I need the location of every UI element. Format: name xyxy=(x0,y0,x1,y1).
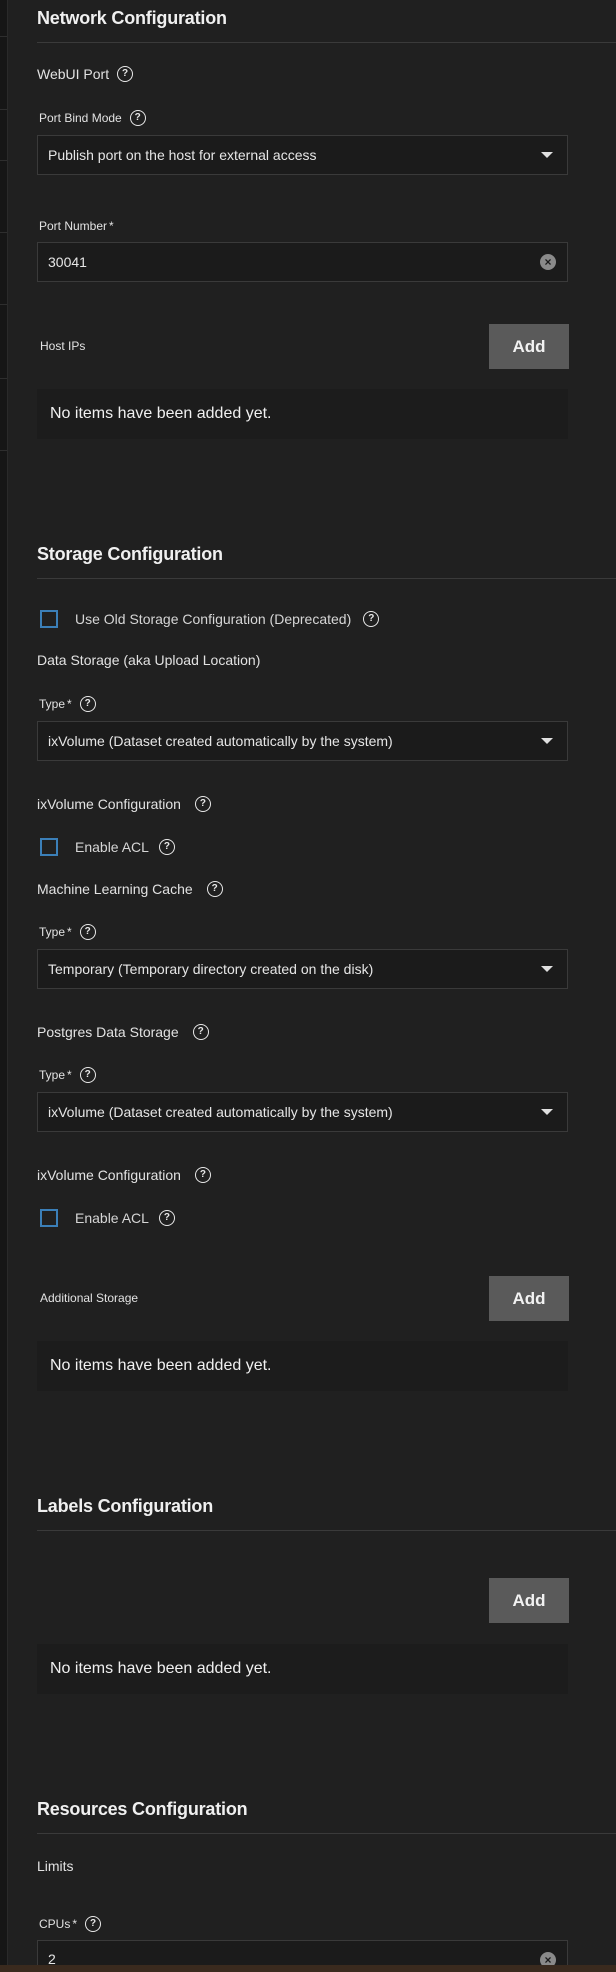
data-storage-label: Data Storage (aka Upload Location) xyxy=(37,652,261,668)
ml-type-text: Type xyxy=(39,925,66,939)
required-marker: * xyxy=(72,1917,78,1931)
chevron-down-icon xyxy=(541,966,553,972)
help-icon[interactable]: ? xyxy=(206,881,223,897)
network-section-title: Network Configuration xyxy=(37,8,227,28)
resources-section-title: Resources Configuration xyxy=(37,1799,248,1819)
webui-port-label: WebUI Port ? xyxy=(37,66,134,82)
help-icon[interactable]: ? xyxy=(192,1024,209,1040)
data-enable-acl-label: Enable ACL xyxy=(75,839,149,855)
add-host-ip-button[interactable]: Add xyxy=(489,324,569,369)
labels-divider xyxy=(37,1530,616,1531)
labels-section-title: Labels Configuration xyxy=(37,1496,214,1516)
port-bind-mode-select[interactable]: Publish port on the host for external ac… xyxy=(37,135,568,175)
required-marker: * xyxy=(109,219,114,233)
postgres-text: Postgres Data Storage xyxy=(37,1024,179,1040)
required-marker: * xyxy=(67,1068,72,1082)
data-storage-type-select[interactable]: ixVolume (Dataset created automatically … xyxy=(37,721,568,761)
additional-storage-label: Additional Storage xyxy=(40,1291,139,1305)
clear-icon[interactable]: × xyxy=(540,254,556,270)
help-icon[interactable]: ? xyxy=(129,110,146,126)
postgres-type-select[interactable]: ixVolume (Dataset created automatically … xyxy=(37,1092,568,1132)
port-bind-mode-label: Port Bind Mode ? xyxy=(39,110,146,126)
required-marker: * xyxy=(67,697,72,711)
use-old-storage-row[interactable]: Use Old Storage Configuration (Deprecate… xyxy=(40,610,380,628)
port-number-label: Port Number * xyxy=(39,219,114,233)
resources-divider xyxy=(37,1833,616,1834)
postgres-enable-acl-row[interactable]: Enable ACL ? xyxy=(40,1209,175,1227)
help-icon[interactable]: ? xyxy=(85,1916,102,1932)
postgres-enable-acl-checkbox[interactable] xyxy=(40,1209,58,1227)
ml-cache-type-select[interactable]: Temporary (Temporary directory created o… xyxy=(37,949,568,989)
help-icon[interactable]: ? xyxy=(158,839,175,855)
port-bind-mode-value: Publish port on the host for external ac… xyxy=(48,147,317,163)
storage-section-title: Storage Configuration xyxy=(37,544,223,564)
host-ips-label: Host IPs xyxy=(40,339,86,353)
help-icon[interactable]: ? xyxy=(194,796,211,812)
chevron-down-icon xyxy=(541,1109,553,1115)
ml-cache-label: Machine Learning Cache ? xyxy=(37,881,223,897)
postgres-ixvolume-config-text: ixVolume Configuration xyxy=(37,1167,181,1183)
postgres-type-label: Type * ? xyxy=(39,1067,96,1083)
ml-type-label: Type * ? xyxy=(39,924,96,940)
limits-label: Limits xyxy=(37,1858,74,1874)
add-additional-storage-button[interactable]: Add xyxy=(489,1276,569,1321)
add-label-button[interactable]: Add xyxy=(489,1578,569,1623)
data-type-label: Type * ? xyxy=(39,696,96,712)
use-old-storage-label: Use Old Storage Configuration (Deprecate… xyxy=(75,611,352,627)
postgres-type-text: Type xyxy=(39,1068,66,1082)
network-divider xyxy=(37,42,616,43)
chevron-down-icon xyxy=(541,152,553,158)
required-marker: * xyxy=(67,925,72,939)
data-ixvolume-config-label: ixVolume Configuration ? xyxy=(37,796,211,812)
cpus-label: CPUs * ? xyxy=(39,1916,102,1932)
use-old-storage-checkbox[interactable] xyxy=(40,610,58,628)
data-enable-acl-row[interactable]: Enable ACL ? xyxy=(40,838,175,856)
labels-empty-list: No items have been added yet. xyxy=(37,1644,568,1694)
ml-cache-type-value: Temporary (Temporary directory created o… xyxy=(48,961,374,977)
postgres-type-value: ixVolume (Dataset created automatically … xyxy=(48,1104,393,1120)
data-storage-type-value: ixVolume (Dataset created automatically … xyxy=(48,733,393,749)
data-type-text: Type xyxy=(39,697,66,711)
postgres-enable-acl-label: Enable ACL xyxy=(75,1210,149,1226)
cpus-text: CPUs xyxy=(39,1917,71,1931)
port-bind-mode-text: Port Bind Mode xyxy=(39,111,122,125)
left-edge-strip xyxy=(0,0,8,1972)
help-icon[interactable]: ? xyxy=(363,611,380,627)
webui-port-text: WebUI Port xyxy=(37,66,110,82)
chevron-down-icon xyxy=(541,738,553,744)
port-number-value: 30041 xyxy=(48,254,87,270)
data-ixvolume-config-text: ixVolume Configuration xyxy=(37,796,181,812)
port-number-input[interactable]: 30041 × xyxy=(37,242,568,282)
help-icon[interactable]: ? xyxy=(79,1067,96,1083)
help-icon[interactable]: ? xyxy=(79,696,96,712)
additional-storage-empty-list: No items have been added yet. xyxy=(37,1341,568,1391)
port-number-text: Port Number xyxy=(39,219,108,233)
postgres-ixvolume-config-label: ixVolume Configuration ? xyxy=(37,1167,211,1183)
postgres-label: Postgres Data Storage ? xyxy=(37,1024,209,1040)
storage-divider xyxy=(37,578,616,579)
bottom-edge-bar xyxy=(0,1965,616,1972)
data-enable-acl-checkbox[interactable] xyxy=(40,838,58,856)
help-icon[interactable]: ? xyxy=(79,924,96,940)
help-icon[interactable]: ? xyxy=(194,1167,211,1183)
help-icon[interactable]: ? xyxy=(158,1210,175,1226)
host-ips-empty-list: No items have been added yet. xyxy=(37,389,568,439)
help-icon[interactable]: ? xyxy=(117,66,134,82)
ml-cache-text: Machine Learning Cache xyxy=(37,881,193,897)
